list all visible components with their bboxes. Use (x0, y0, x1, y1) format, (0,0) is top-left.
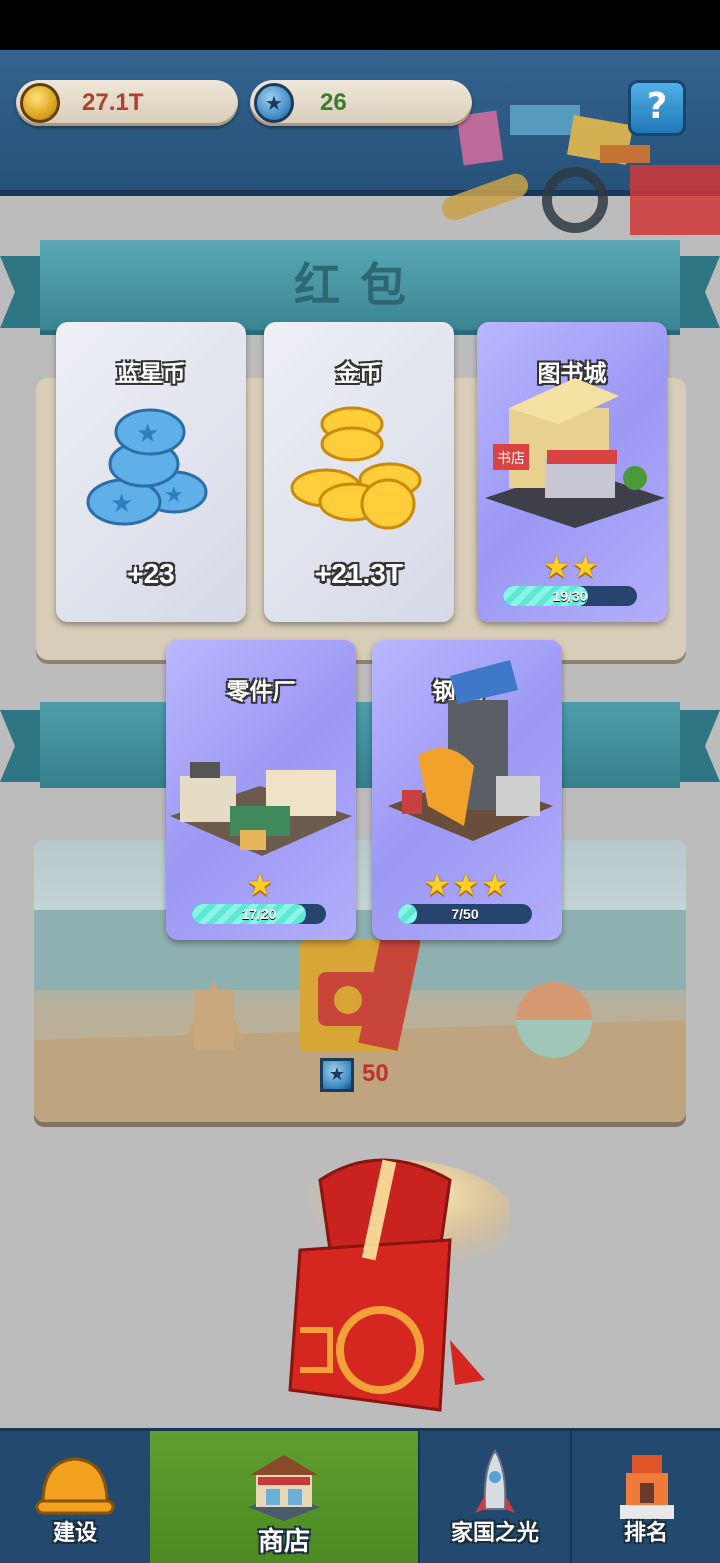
reward-card-blue-star: 蓝星币 ★ ★ ★ +23 (56, 322, 246, 622)
tab-label: 排名 (623, 1521, 668, 1546)
blue-star-coins-icon: ★ ★ ★ (86, 408, 208, 526)
blue-star-coin-icon: ★ (320, 1058, 354, 1092)
star-rating: ★★★ (423, 868, 511, 903)
tab-build[interactable]: 建设 (0, 1431, 150, 1563)
tab-label: 商店 (257, 1527, 310, 1557)
photo-album-icon (300, 930, 420, 1052)
svg-text:★: ★ (110, 489, 133, 519)
reward-name: 蓝星币 (116, 361, 186, 387)
help-button[interactable]: ? (628, 80, 686, 136)
reward-card-parts-factory: 零件厂 ★ 17/20 (166, 640, 356, 940)
tab-label: 家国之光 (450, 1521, 539, 1546)
blue-star-coin-icon: ★ (254, 83, 294, 123)
reward-name: 金币 (336, 361, 382, 387)
rocket-icon (475, 1449, 515, 1513)
ranking-tower-icon (620, 1455, 674, 1519)
tab-label: 建设 (52, 1521, 97, 1546)
parts-factory-building-icon (170, 762, 352, 856)
section-ribbon-2 (40, 702, 680, 788)
gold-coin-icon (20, 83, 60, 123)
progress-label: 19/30 (552, 588, 588, 604)
svg-text:书店: 书店 (497, 451, 525, 467)
progress-label: 17/20 (241, 906, 277, 922)
progress-label: 7/50 (451, 906, 479, 922)
gold-counter[interactable]: 27.1T (16, 80, 238, 126)
red-envelope-icon[interactable] (260, 1140, 510, 1430)
reward-name: 零件厂 (226, 679, 296, 705)
progress-bar: 17/20 (192, 904, 326, 924)
reward-amount: +23 (127, 558, 175, 589)
tab-national-glory[interactable]: 家国之光 (420, 1431, 570, 1563)
tab-shop[interactable]: 商店 (150, 1431, 418, 1563)
reward-card-gold: 金币 +21.3T (264, 322, 454, 622)
star-rating: ★★ (543, 550, 601, 585)
section-title: 红包 (40, 240, 680, 335)
star-rating: ★ (246, 868, 276, 903)
blue-star-value: 26 (320, 89, 347, 116)
progress-bar: 7/50 (398, 904, 532, 924)
bottom-tab-bar: 建设 商店 家国之光 排名 (0, 1428, 720, 1563)
gold-value: 27.1T (82, 89, 144, 116)
shop-icon (248, 1455, 320, 1521)
tab-ranking[interactable]: 排名 (572, 1431, 720, 1563)
reward-card-bookstore: 图书城 书店 ★★ 19/30 (477, 322, 667, 622)
blue-star-counter[interactable]: ★ 26 (250, 80, 472, 126)
progress-bar: 19/30 (503, 586, 637, 606)
reward-card-steel-mill: 钢铁厂 ★★★ 7/50 (372, 640, 562, 940)
reward-amount: +21.3T (315, 558, 403, 589)
bookstore-building-icon: 书店 (485, 378, 665, 528)
album-price-value: 50 (362, 1060, 389, 1087)
hard-hat-icon (35, 1457, 115, 1515)
svg-text:★: ★ (164, 483, 184, 508)
svg-text:★: ★ (136, 419, 159, 449)
status-bar (0, 0, 720, 50)
steel-mill-building-icon (388, 660, 553, 841)
gold-coins-icon (290, 406, 422, 530)
